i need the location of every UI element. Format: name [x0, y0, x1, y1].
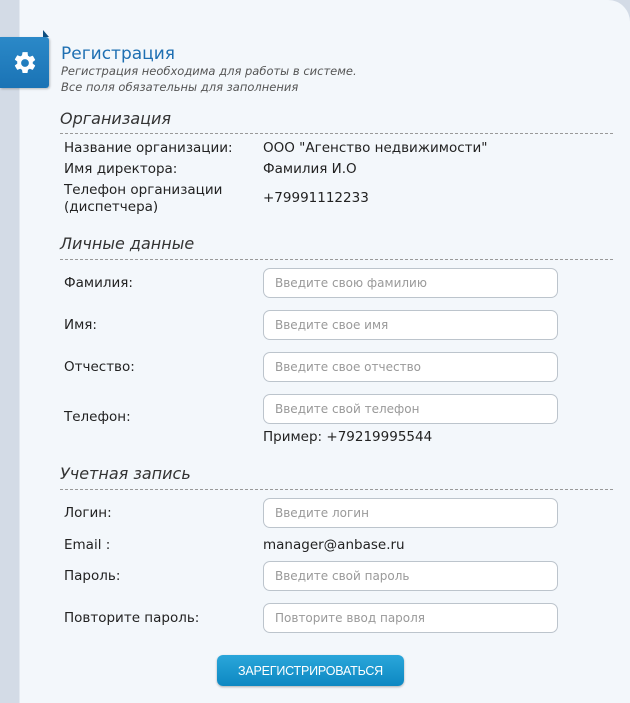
lastname-input[interactable] — [263, 268, 558, 298]
subtitle-line-1: Регистрация необходима для работы в сист… — [61, 64, 357, 78]
phone-example: Пример: +79219995544 — [263, 429, 433, 445]
password-label: Пароль: — [64, 568, 121, 584]
director-label: Имя директора: — [64, 161, 178, 177]
patronymic-input[interactable] — [263, 352, 558, 382]
phone-input[interactable] — [263, 394, 558, 424]
phone-label: Телефон: — [64, 409, 131, 425]
director-value: Фамилия И.О — [263, 161, 357, 177]
password-input[interactable] — [263, 561, 558, 591]
section-divider — [60, 489, 613, 490]
register-button[interactable]: ЗАРЕГИСТРИРОВАТЬСЯ — [217, 655, 404, 686]
org-phone-value: +79991112233 — [263, 190, 369, 206]
repeat-password-input[interactable] — [263, 603, 558, 633]
lastname-label: Фамилия: — [64, 275, 133, 291]
org-name-label: Название организации: — [64, 140, 233, 156]
subtitle-line-2: Все поля обязательны для заполнения — [61, 80, 299, 94]
org-phone-label-line-2: (диспетчера) — [64, 199, 159, 215]
section-title-personal: Личные данные — [60, 234, 195, 253]
firstname-input[interactable] — [263, 310, 558, 340]
firstname-label: Имя: — [64, 317, 97, 333]
section-title-account: Учетная запись — [60, 464, 191, 483]
email-label: Email : — [64, 537, 111, 553]
page-title: Регистрация — [61, 44, 175, 64]
org-phone-label-line-1: Телефон организации — [64, 182, 223, 198]
org-name-value: ООО "Агенство недвижимости" — [263, 140, 488, 156]
section-divider — [60, 133, 613, 134]
login-input[interactable] — [263, 498, 558, 528]
patronymic-label: Отчество: — [64, 359, 135, 375]
email-value: manager@anbase.ru — [263, 537, 405, 553]
section-title-organization: Организация — [60, 109, 172, 128]
gear-icon — [14, 51, 35, 73]
settings-tab — [0, 37, 49, 88]
repeat-password-label: Повторите пароль: — [64, 610, 200, 626]
tab-fold — [43, 30, 49, 37]
login-label: Логин: — [64, 505, 112, 521]
section-divider — [60, 259, 613, 260]
